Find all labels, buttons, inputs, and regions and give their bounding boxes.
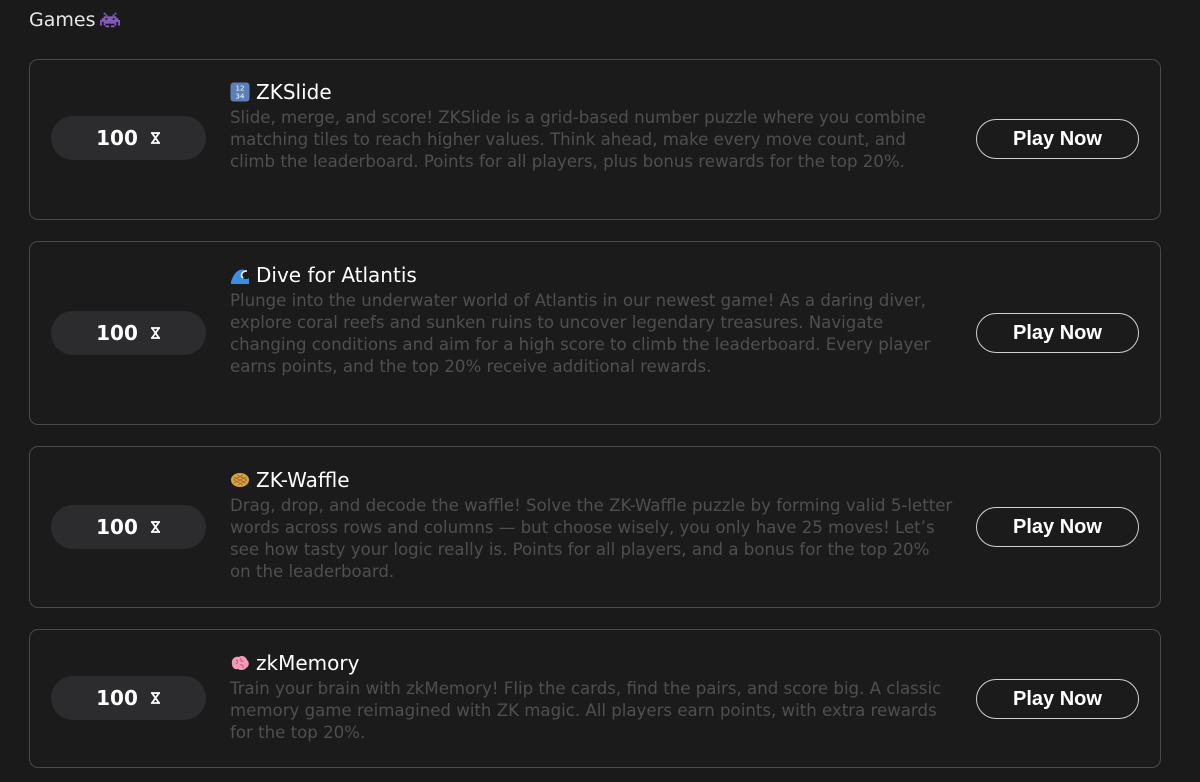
game-info: zkMemory Train your brain with zkMemory!…	[230, 650, 955, 744]
numbers-icon: 12 34	[230, 82, 250, 102]
game-title: ZK-Waffle	[230, 467, 955, 493]
games-page: Games 100 12 34 ZKSlide Slide, merge, an…	[0, 0, 1200, 782]
play-now-button[interactable]: Play Now	[976, 507, 1139, 547]
game-info: 12 34 ZKSlide Slide, merge, and score! Z…	[230, 79, 955, 173]
game-description: Train your brain with zkMemory! Flip the…	[230, 679, 942, 742]
game-card-dive-for-atlantis: 100 Dive for Atlantis Plunge into the un…	[29, 241, 1161, 425]
game-title-text: ZK-Waffle	[256, 468, 350, 492]
svg-text:34: 34	[236, 93, 245, 101]
points-badge: 100	[51, 116, 206, 160]
points-value: 100	[96, 321, 138, 345]
waffle-icon	[231, 473, 249, 487]
game-description: Plunge into the underwater world of Atla…	[230, 291, 931, 376]
games-section-title: Games	[29, 9, 121, 31]
points-badge: 100	[51, 311, 206, 355]
space-invader-icon	[100, 12, 121, 28]
hourglass-icon	[150, 132, 160, 144]
hourglass-icon	[150, 521, 160, 533]
points-value: 100	[96, 126, 138, 150]
points-value: 100	[96, 686, 138, 710]
points-badge: 100	[51, 505, 206, 549]
points-value: 100	[96, 515, 138, 539]
section-title-text: Games	[29, 9, 96, 31]
game-card-zkmemory: 100 zkMemory Train your brain with zkMem…	[29, 629, 1161, 768]
game-title: 12 34 ZKSlide	[230, 79, 955, 105]
game-title: Dive for Atlantis	[230, 262, 955, 288]
hourglass-icon	[150, 692, 160, 704]
game-card-zk-waffle: 100 ZK-Waffle Drag, drop, and decode the…	[29, 446, 1161, 608]
game-title: zkMemory	[230, 650, 955, 676]
play-now-button[interactable]: Play Now	[976, 313, 1139, 353]
wave-icon	[231, 269, 249, 284]
game-info: ZK-Waffle Drag, drop, and decode the waf…	[230, 467, 955, 583]
game-info: Dive for Atlantis Plunge into the underw…	[230, 262, 955, 378]
game-description: Slide, merge, and score! ZKSlide is a gr…	[230, 108, 927, 171]
points-badge: 100	[51, 676, 206, 720]
play-now-button[interactable]: Play Now	[976, 679, 1139, 719]
hourglass-icon	[150, 327, 160, 339]
game-title-text: zkMemory	[256, 651, 360, 675]
game-title-text: ZKSlide	[256, 80, 332, 104]
brain-icon	[231, 656, 249, 670]
play-now-button[interactable]: Play Now	[976, 119, 1139, 159]
svg-text:12: 12	[236, 85, 245, 93]
game-card-zkslide: 100 12 34 ZKSlide Slide, merge, and scor…	[29, 59, 1161, 220]
game-description: Drag, drop, and decode the waffle! Solve…	[230, 496, 953, 581]
game-title-text: Dive for Atlantis	[256, 263, 417, 287]
